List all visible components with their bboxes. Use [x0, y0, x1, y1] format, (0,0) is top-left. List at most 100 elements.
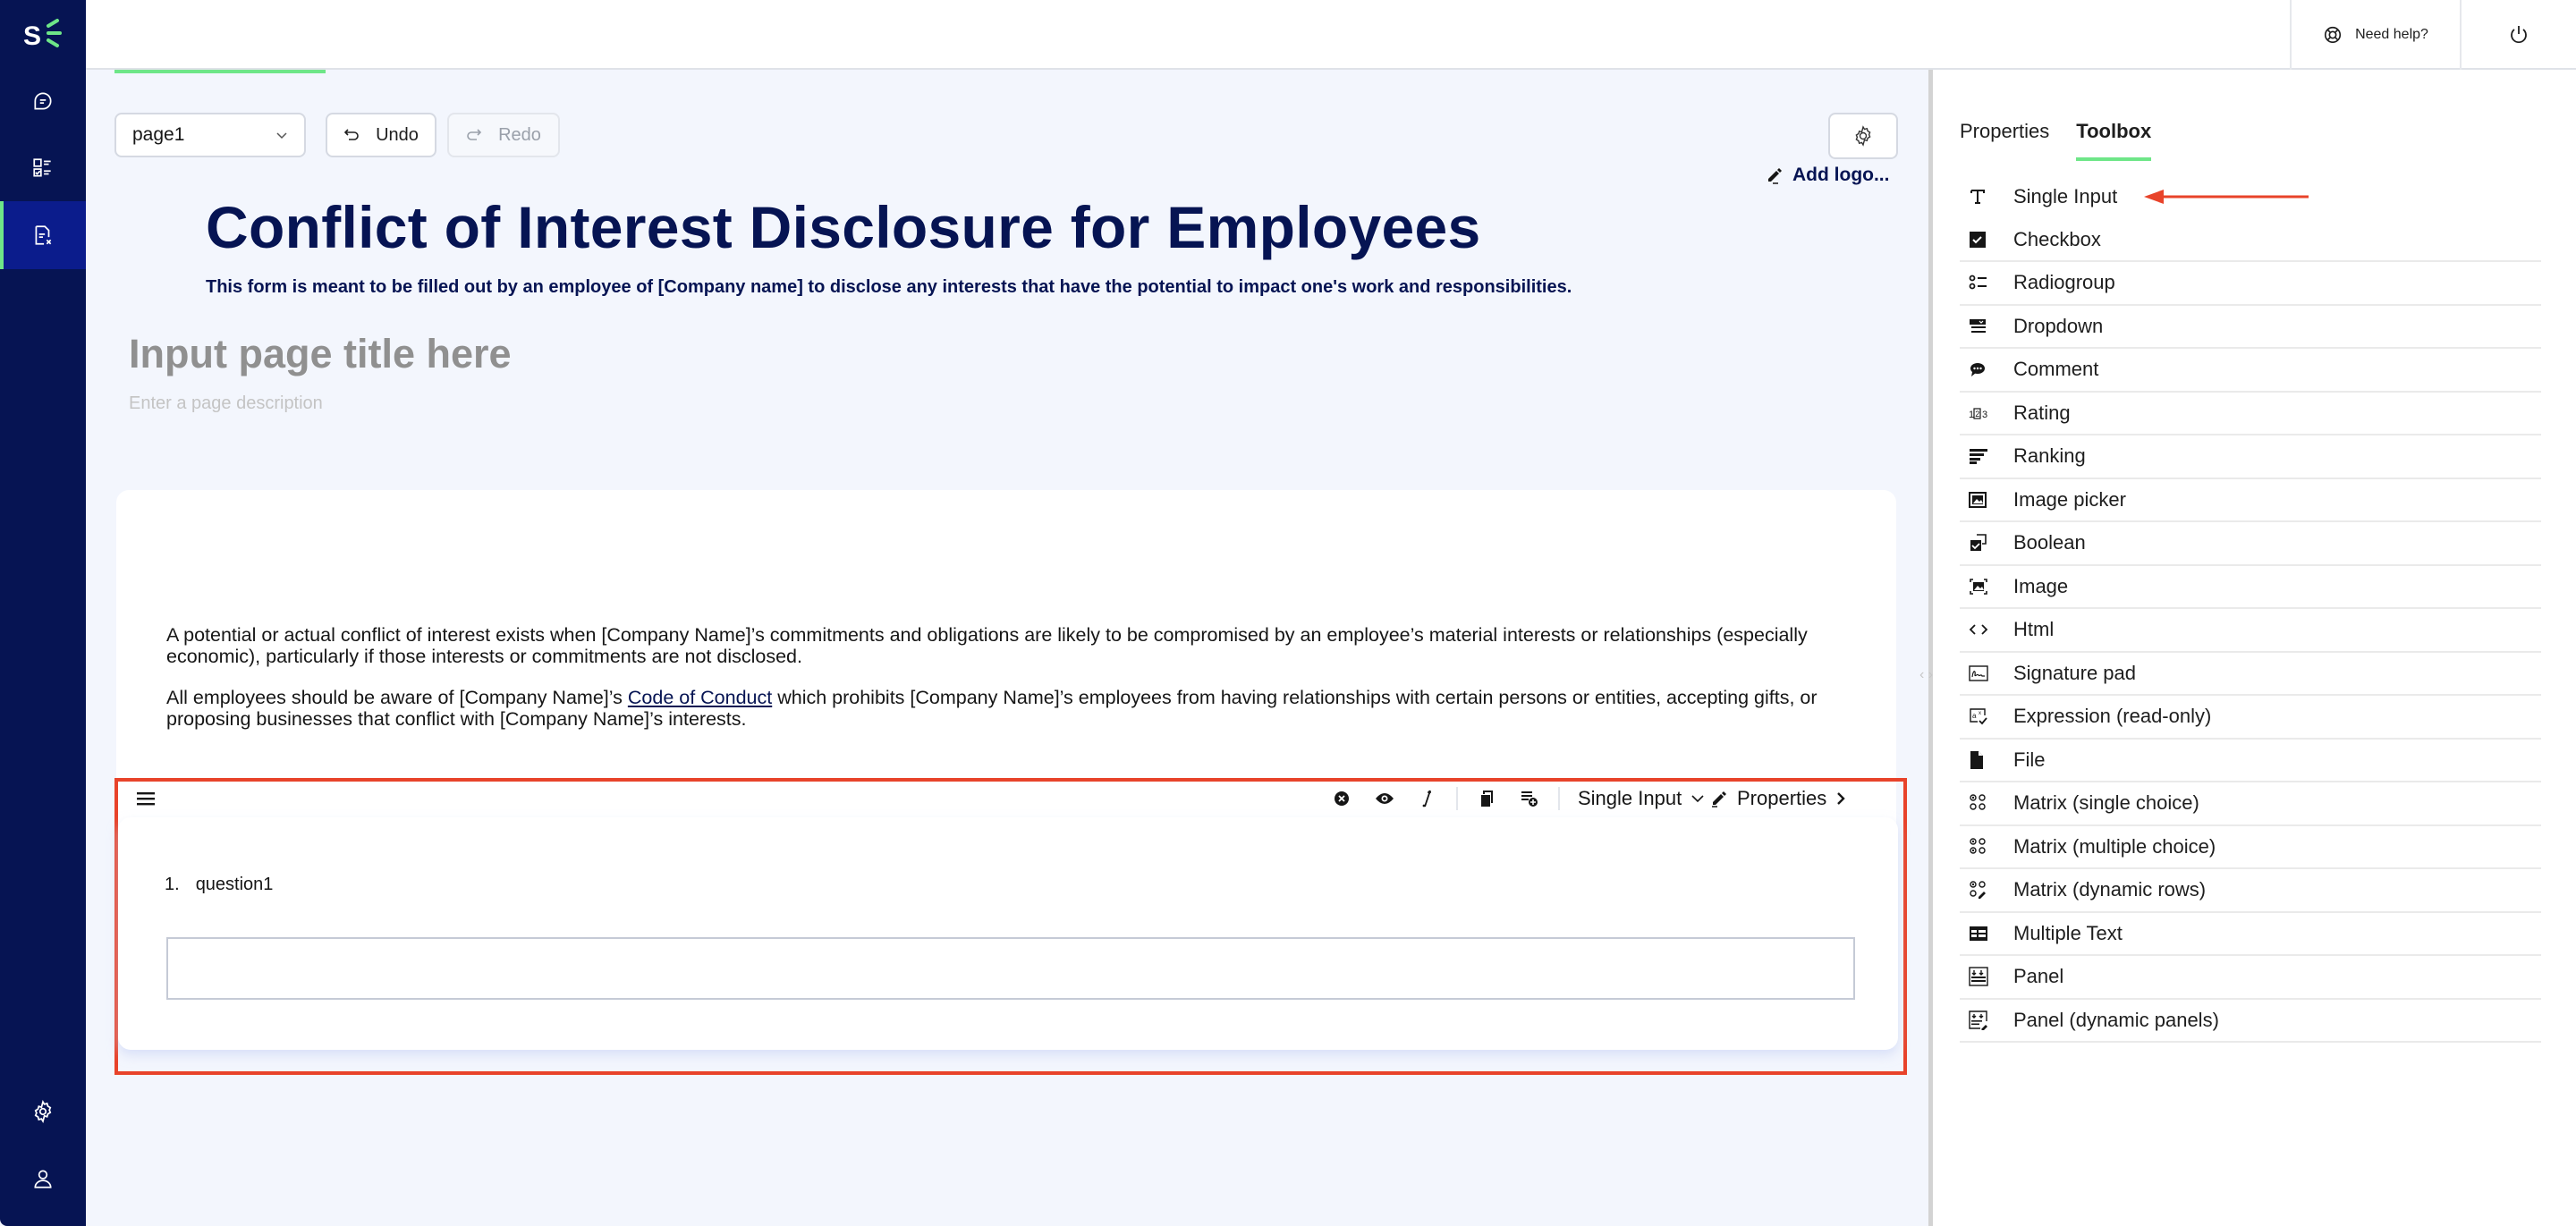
question-actions: Single Input	[1320, 785, 1705, 812]
resize-arrows-icon[interactable]: ‹ ›	[1919, 667, 1933, 683]
image-icon	[1960, 578, 2013, 596]
question-properties-button[interactable]: Properties	[1710, 785, 1846, 812]
question-text-input[interactable]	[166, 937, 1855, 1000]
survey-title[interactable]: Conflict of Interest Disclosure for Empl…	[206, 193, 1480, 261]
toolbox-item-radiogroup[interactable]: Radiogroup	[1960, 262, 2541, 306]
toolbox-item-expression-read-only[interactable]: a x Expression (read-only)	[1960, 696, 2541, 740]
delete-question-button[interactable]	[1331, 788, 1352, 809]
left-nav: S	[0, 0, 86, 1226]
toolbox-item-panel[interactable]: Panel	[1960, 956, 2541, 1000]
toolbox-item-label: Matrix (dynamic rows)	[2013, 878, 2207, 901]
required-toggle-button[interactable]	[1417, 788, 1438, 809]
survey-description[interactable]: This form is meant to be filled out by a…	[206, 277, 1572, 298]
toolbox-item-dropdown[interactable]: Dropdown	[1960, 306, 2541, 349]
toolbox-item-rating[interactable]: 1 2 3 Rating	[1960, 393, 2541, 435]
power-icon	[2511, 26, 2527, 44]
pencil-icon	[1768, 168, 1782, 184]
toolbox-item-label: Signature pad	[2013, 661, 2136, 684]
top-bar: Need help?	[86, 0, 2576, 70]
toolbox-item-label: Multiple Text	[2013, 921, 2123, 944]
toolbox-item-matrix-multiple-choice[interactable]: Matrix (multiple choice)	[1960, 826, 2541, 869]
toolbox-item-image[interactable]: Image	[1960, 566, 2541, 609]
required-slash-icon	[1422, 790, 1431, 807]
designer-canvas: page1 Undo Redo Add logo... Conflict of …	[86, 70, 1930, 1226]
add-logo-label: Add logo...	[1792, 165, 1890, 185]
toolbox-item-panel-dynamic-panels[interactable]: Panel (dynamic panels)	[1960, 1000, 2541, 1043]
undo-label: Undo	[376, 124, 419, 145]
toolbox-item-file[interactable]: File	[1960, 740, 2541, 782]
toolbox-item-comment[interactable]: Comment	[1960, 349, 2541, 393]
nav-item-chat[interactable]	[0, 67, 86, 135]
toolbox-item-signature-pad[interactable]: Signature pad	[1960, 653, 2541, 696]
need-help-button[interactable]: Need help?	[2290, 0, 2460, 70]
toolbox-item-matrix-single-choice[interactable]: Matrix (single choice)	[1960, 782, 2541, 826]
toolbox-item-checkbox[interactable]: Checkbox	[1960, 219, 2541, 262]
logout-button[interactable]	[2460, 0, 2576, 70]
redo-label: Redo	[498, 124, 541, 145]
question-type-label: Single Input	[1578, 787, 1682, 809]
html-paragraph-1: A potential or actual conflict of intere…	[166, 624, 1808, 667]
toolbox-item-label: Image	[2013, 574, 2069, 597]
drag-handle-icon[interactable]	[134, 787, 157, 810]
question-type-selector[interactable]: Single Input	[1578, 787, 1705, 810]
nav-item-profile[interactable]	[0, 1145, 86, 1213]
add-logo-button[interactable]: Add logo...	[1766, 165, 1889, 186]
toolbox-item-matrix-dynamic-rows[interactable]: Matrix (dynamic rows)	[1960, 869, 2541, 913]
code-of-conduct-link[interactable]: Code of Conduct	[628, 687, 772, 708]
page-selector[interactable]: page1	[114, 113, 306, 157]
nav-item-surveys[interactable]	[0, 134, 86, 202]
page-title-input[interactable]: Input page title here	[129, 331, 512, 377]
page-description-input[interactable]: Enter a page description	[129, 393, 323, 414]
brand-logo: S	[23, 19, 62, 50]
question-title[interactable]: 1. question1	[165, 875, 273, 895]
selected-question[interactable]: Single Input Properties 1. question1	[114, 778, 1907, 1075]
need-help-label: Need help?	[2355, 27, 2428, 42]
matrix-multiple-icon	[1960, 837, 2013, 857]
toolbox-item-multiple-text[interactable]: Multiple Text	[1960, 913, 2541, 956]
question-title-text: question1	[195, 875, 274, 894]
add-to-library-button[interactable]	[1519, 788, 1540, 809]
redo-button[interactable]: Redo	[447, 113, 560, 157]
question-number: 1.	[165, 875, 180, 894]
question-card: 1. question1	[118, 817, 1898, 1050]
survey-creator-app: S Need help? page1 Undo Redo Add logo...…	[0, 0, 2576, 1226]
nav-item-forms[interactable]	[0, 201, 86, 269]
html-paragraph-2: All employees should be aware of [Compan…	[166, 687, 1875, 730]
dropdown-icon	[1960, 317, 2013, 335]
toolbox-item-html[interactable]: Html	[1960, 609, 2541, 653]
right-panel-tabs: Properties Toolbox	[1960, 120, 2152, 161]
undo-button[interactable]: Undo	[326, 113, 436, 157]
properties-label: Properties	[1737, 787, 1827, 809]
toolbox-item-label: Panel (dynamic panels)	[2013, 1008, 2219, 1031]
expression-icon: ax	[1960, 706, 2013, 726]
toolbar-separator	[1456, 787, 1458, 810]
checklist-icon	[33, 158, 51, 177]
question-toolbar: Single Input Properties	[118, 782, 1903, 817]
nav-item-settings[interactable]	[0, 1078, 86, 1146]
svg-text:x: x	[1979, 711, 1981, 716]
tab-toolbox[interactable]: Toolbox	[2076, 120, 2152, 161]
signature-icon	[1960, 664, 2013, 682]
panel-dynamic-icon	[1960, 1010, 2013, 1030]
toolbox-item-boolean[interactable]: Boolean	[1960, 522, 2541, 566]
annotation-arrow	[2144, 190, 2309, 204]
duplicate-button[interactable]	[1476, 788, 1497, 809]
visibility-button[interactable]	[1374, 788, 1395, 809]
text-t-icon	[1960, 188, 2013, 206]
toolbox-item-label: Single Input	[2013, 185, 2118, 208]
chevron-right-icon	[1837, 792, 1845, 805]
eye-icon	[1376, 793, 1394, 804]
toolbox-item-label: Expression (read-only)	[2013, 705, 2212, 728]
toolbox-item-label: File	[2013, 748, 2046, 771]
toolbox-item-label: Image picker	[2013, 487, 2126, 511]
toolbar-separator	[1558, 787, 1560, 810]
toolbox-item-ranking[interactable]: Ranking	[1960, 435, 2541, 479]
toolbox-item-image-picker[interactable]: Image picker	[1960, 479, 2541, 522]
lifebuoy-icon	[2325, 26, 2342, 44]
toolbox-item-label: Matrix (multiple choice)	[2013, 834, 2216, 858]
tab-properties[interactable]: Properties	[1960, 120, 2049, 161]
undo-icon	[343, 129, 359, 140]
survey-settings-button[interactable]	[1828, 113, 1898, 159]
toolbox-item-label: Panel	[2013, 965, 2064, 988]
toolbox-item-label: Matrix (single choice)	[2013, 791, 2199, 815]
